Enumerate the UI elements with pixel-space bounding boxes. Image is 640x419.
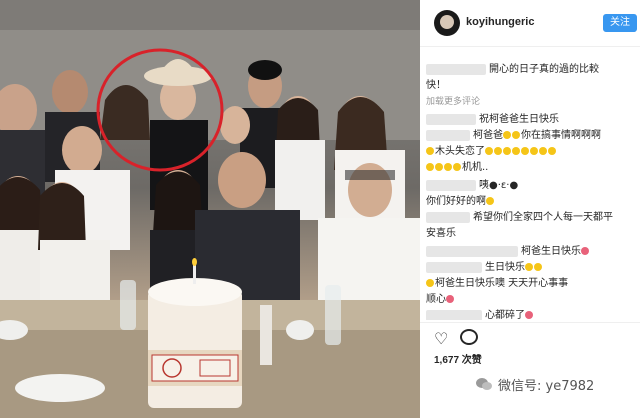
comment: 柯爸爸 你在搞事情啊啊啊 <box>426 126 601 141</box>
heart-icon[interactable]: ♡ <box>434 329 448 348</box>
comment-icon[interactable] <box>460 329 478 345</box>
emoji-icon <box>435 163 443 171</box>
comment-text: 你们好好的啊 <box>426 196 486 207</box>
comment: 生日快乐 <box>426 258 543 273</box>
comment-text: 生日快乐 <box>485 262 525 273</box>
comment-text: 柯爸生日快乐噢 天天开心事事 <box>435 278 569 289</box>
emoji-icon <box>426 147 434 155</box>
caption-line: 開心的日子真的過的比較 <box>426 60 599 75</box>
heart-emoji-icon <box>581 247 589 255</box>
comment-text: 心都碎了 <box>485 310 525 320</box>
emoji-icon <box>521 147 529 155</box>
post-sidebar: koyihungeric 关注 開心的日子真的過的比較 快！ 加载更多评论 祝柯… <box>420 0 640 418</box>
emoji-icon <box>444 163 452 171</box>
emoji-icon <box>426 163 434 171</box>
emoji-icon <box>539 147 547 155</box>
comment: 柯爸生日快乐 <box>426 242 590 257</box>
comment-text: 咦●·ε·● <box>479 180 519 191</box>
post-photo <box>0 0 420 418</box>
likes-count: 1,677 次赞 <box>434 355 482 366</box>
comments-list: 開心的日子真的過的比較 快！ 加载更多评论 祝柯爸爸生日快乐 柯爸爸 你在搞事情啊… <box>426 52 636 320</box>
emoji-icon <box>530 147 538 155</box>
wechat-icon <box>476 378 492 390</box>
comment: 安喜乐 <box>426 224 456 239</box>
emoji-icon <box>548 147 556 155</box>
comment-text: 你在搞事情啊啊啊 <box>521 130 601 141</box>
comment: 祝柯爸爸生日快乐 <box>426 110 559 125</box>
emoji-icon <box>426 279 434 287</box>
comment: 你们好好的啊 <box>426 192 495 207</box>
comment-text: 希望你们全家四个人每一天都平 <box>473 212 613 223</box>
comment: 木头失恋了 <box>426 142 557 157</box>
emoji-icon <box>534 263 542 271</box>
load-more-comments[interactable]: 加载更多评论 <box>426 94 480 107</box>
group-photo <box>0 0 420 418</box>
comment: 咦●·ε·● <box>426 176 518 191</box>
emoji-icon <box>485 147 493 155</box>
comment-text: 柯爸生日快乐 <box>521 246 581 257</box>
username[interactable]: koyihungeric <box>466 16 534 28</box>
emoji-icon <box>525 263 533 271</box>
emoji-icon <box>453 163 461 171</box>
heart-emoji-icon <box>446 295 454 303</box>
comment-text: 木头失恋了 <box>435 146 485 157</box>
comment-text: 祝柯爸爸生日快乐 <box>479 114 559 125</box>
comment: 机机.. <box>426 158 488 173</box>
broken-heart-emoji-icon <box>525 311 533 319</box>
comment-text: 机机.. <box>462 162 489 173</box>
emoji-icon <box>486 197 494 205</box>
comment-text: 柯爸爸 <box>473 130 503 141</box>
emoji-icon <box>503 147 511 155</box>
comment-text: 顺心 <box>426 294 446 305</box>
emoji-icon <box>512 131 520 139</box>
avatar[interactable] <box>434 10 460 36</box>
comment: 希望你们全家四个人每一天都平 <box>426 208 613 223</box>
emoji-icon <box>512 147 520 155</box>
comment-text: 安喜乐 <box>426 228 456 239</box>
caption-text: 開心的日子真的過的比較 <box>489 64 599 75</box>
comment: 顺心 <box>426 290 455 305</box>
comment: 柯爸生日快乐噢 天天开心事事 <box>426 274 568 289</box>
follow-button[interactable]: 关注 <box>603 14 637 32</box>
comment: 心都碎了 <box>426 306 534 320</box>
wechat-watermark: 微信号: ye7982 <box>498 379 595 394</box>
caption-line: 快！ <box>426 76 446 91</box>
post-header: koyihungeric 关注 <box>420 0 640 47</box>
emoji-icon <box>503 131 511 139</box>
post-actions: ♡ 1,677 次赞 微信号: ye7982 <box>420 322 640 419</box>
emoji-icon <box>494 147 502 155</box>
caption-text: 快！ <box>426 80 446 91</box>
